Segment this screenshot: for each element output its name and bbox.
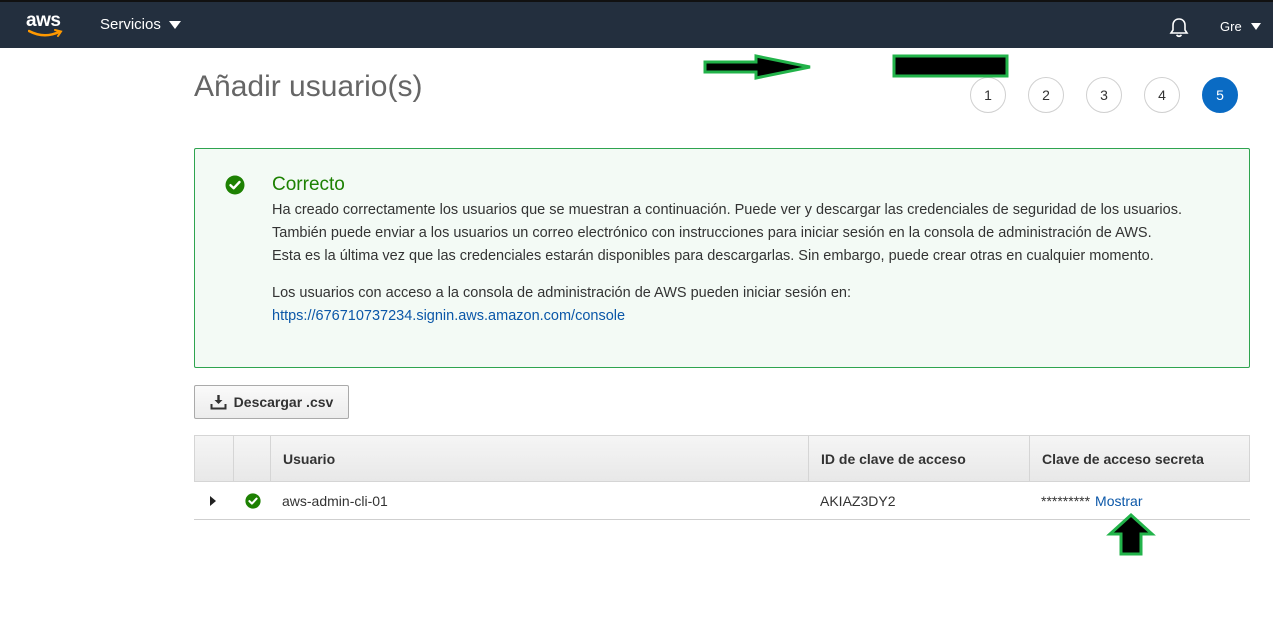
download-csv-button[interactable]: Descargar .csv bbox=[194, 385, 349, 419]
step-4[interactable]: 4 bbox=[1144, 77, 1180, 113]
notifications-button[interactable] bbox=[1168, 16, 1190, 43]
smile-arrow-icon bbox=[28, 29, 63, 37]
success-alert: Correcto Ha creado correctamente los usu… bbox=[194, 148, 1250, 368]
user-name-cell: aws-admin-cli-01 bbox=[282, 492, 388, 509]
alert-line: Ha creado correctamente los usuarios que… bbox=[272, 202, 1182, 218]
expand-row-button[interactable] bbox=[210, 482, 216, 519]
alert-message: Ha creado correctamente los usuarios que… bbox=[272, 199, 1232, 268]
chevron-down-icon bbox=[168, 20, 181, 29]
step-1[interactable]: 1 bbox=[970, 77, 1006, 113]
header-access-key-id[interactable]: ID de clave de acceso bbox=[809, 436, 1030, 481]
console-signin-link[interactable]: https://676710737234.signin.aws.amazon.c… bbox=[272, 308, 625, 324]
top-navigation-bar: aws Servicios Gre bbox=[0, 0, 1273, 48]
alert-line: También puede enviar a los usuarios un c… bbox=[272, 225, 1152, 241]
header-secret-key[interactable]: Clave de acceso secreta bbox=[1030, 436, 1249, 481]
annotation-arrow-and-redaction bbox=[703, 54, 1009, 80]
row-status bbox=[245, 482, 261, 519]
header-user[interactable]: Usuario bbox=[271, 436, 809, 481]
services-label: Servicios bbox=[100, 16, 161, 33]
download-icon bbox=[210, 395, 227, 410]
check-circle-icon bbox=[225, 175, 245, 195]
step-3[interactable]: 3 bbox=[1086, 77, 1122, 113]
chevron-down-icon bbox=[1250, 23, 1261, 30]
show-secret-link[interactable]: Mostrar bbox=[1095, 493, 1142, 509]
console-access-text: Los usuarios con acceso a la consola de … bbox=[272, 285, 851, 301]
caret-right-icon bbox=[210, 495, 216, 506]
user-account-menu[interactable]: Gre bbox=[1220, 19, 1261, 34]
secret-key-masked: ********* bbox=[1041, 492, 1091, 509]
check-circle-icon bbox=[245, 492, 261, 509]
bell-icon bbox=[1169, 18, 1189, 38]
table-row: aws-admin-cli-01 AKIAZ3DY2 ********* Mos… bbox=[194, 482, 1250, 520]
page-title: Añadir usuario(s) bbox=[194, 70, 423, 103]
aws-logo[interactable]: aws bbox=[26, 10, 66, 40]
step-5[interactable]: 5 bbox=[1202, 77, 1238, 113]
access-key-id-cell: AKIAZ3DY2 bbox=[820, 492, 896, 509]
services-menu[interactable]: Servicios bbox=[100, 16, 181, 33]
user-label: Gre bbox=[1220, 19, 1242, 34]
download-csv-label: Descargar .csv bbox=[233, 394, 334, 410]
table-header: Usuario ID de clave de acceso Clave de a… bbox=[194, 435, 1250, 482]
alert-line: Esta es la última vez que las credencial… bbox=[272, 248, 1154, 264]
alert-title: Correcto bbox=[272, 174, 345, 195]
up-arrow-annotation-icon bbox=[1106, 512, 1156, 556]
step-2[interactable]: 2 bbox=[1028, 77, 1064, 113]
header-status-column bbox=[234, 436, 271, 481]
header-expand-column bbox=[195, 436, 234, 481]
